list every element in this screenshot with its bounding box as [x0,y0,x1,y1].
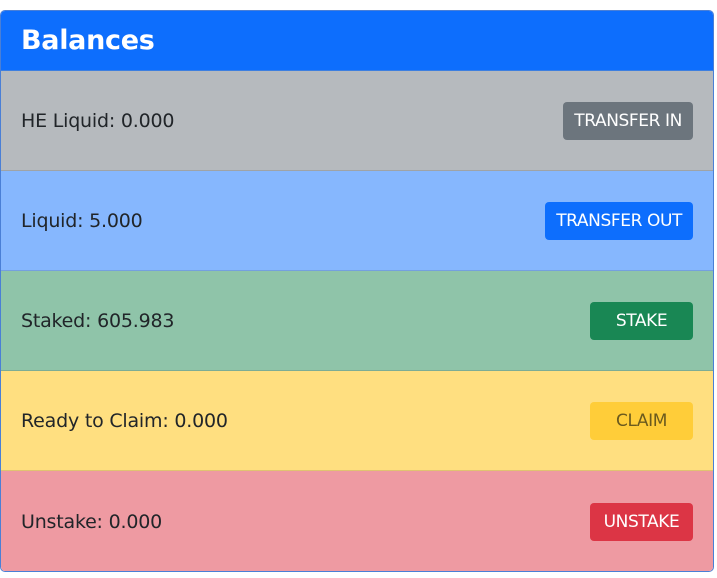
balance-row-unstake: Unstake: 0.000 UNSTAKE [1,471,713,571]
card-title: Balances [21,25,155,56]
balance-row-ready-to-claim: Ready to Claim: 0.000 CLAIM [1,371,713,471]
balance-row-he-liquid: HE Liquid: 0.000 TRANSFER IN [1,71,713,171]
ready-to-claim-label: Ready to Claim: 0.000 [21,409,228,432]
liquid-label: Liquid: 5.000 [21,209,143,232]
unstake-button[interactable]: UNSTAKE [590,502,693,541]
stake-button[interactable]: STAKE [590,301,693,340]
claim-button[interactable]: CLAIM [590,401,693,440]
card-header: Balances [1,11,713,71]
balances-card: Balances HE Liquid: 0.000 TRANSFER IN Li… [0,10,714,572]
transfer-in-button[interactable]: TRANSFER IN [563,101,693,140]
staked-label: Staked: 605.983 [21,309,175,332]
unstake-label: Unstake: 0.000 [21,510,162,533]
balance-row-liquid: Liquid: 5.000 TRANSFER OUT [1,171,713,271]
transfer-out-button[interactable]: TRANSFER OUT [545,201,693,240]
he-liquid-label: HE Liquid: 0.000 [21,109,175,132]
balance-row-staked: Staked: 605.983 STAKE [1,271,713,371]
